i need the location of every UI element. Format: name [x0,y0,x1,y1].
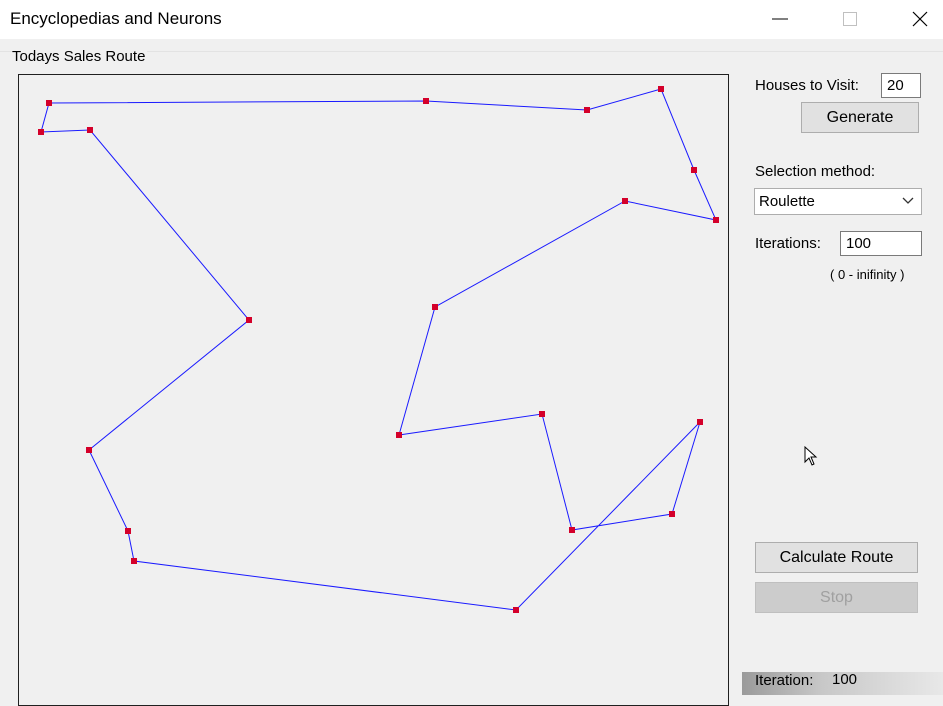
route-group-label: Todays Sales Route [12,48,148,65]
route-map [38,86,719,613]
house-marker [432,304,438,310]
maximize-button[interactable] [827,0,873,39]
close-button[interactable] [897,0,943,39]
iteration-status-value: 100 [832,671,858,688]
stop-button[interactable]: Stop [755,582,918,613]
house-marker [691,167,697,173]
iterations-hint: ( 0 - inifinity ) [830,267,905,282]
close-icon [912,11,928,27]
selection-method-select[interactable]: Roulette [754,188,922,215]
title-bar: Encyclopedias and Neurons [0,0,943,39]
house-marker [38,129,44,135]
house-marker [569,527,575,533]
house-marker [713,217,719,223]
calculate-route-button[interactable]: Calculate Route [755,542,918,573]
maximize-icon [843,12,857,26]
house-marker [669,511,675,517]
route-canvas [18,74,729,706]
iterations-label: Iterations: [755,235,821,252]
house-marker [622,198,628,204]
house-marker [658,86,664,92]
mouse-cursor-icon [804,446,818,466]
chevron-down-icon [902,197,914,204]
houses-label: Houses to Visit: [755,77,859,94]
minimize-icon [772,18,788,20]
house-marker [87,127,93,133]
house-marker [46,100,52,106]
house-marker [125,528,131,534]
generate-button[interactable]: Generate [801,102,919,133]
house-marker [131,558,137,564]
minimize-button[interactable] [757,0,803,39]
selection-method-label: Selection method: [755,163,876,180]
route-line [40,88,717,611]
house-marker [539,411,545,417]
iteration-status-label: Iteration: [755,672,814,689]
houses-input[interactable]: 20 [881,73,921,98]
iterations-input[interactable]: 100 [840,231,922,256]
house-marker [513,607,519,613]
house-marker [86,447,92,453]
house-marker [697,419,703,425]
house-marker [396,432,402,438]
window-title: Encyclopedias and Neurons [10,9,222,28]
house-marker [423,98,429,104]
house-marker [584,107,590,113]
house-marker [246,317,252,323]
selection-method-value: Roulette [759,193,815,210]
